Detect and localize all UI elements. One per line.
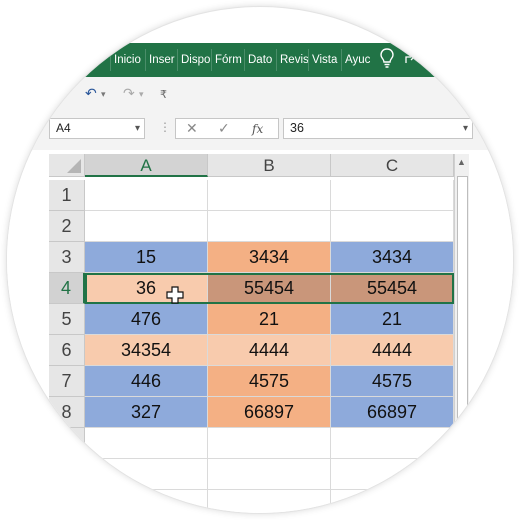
cell-select-cursor-icon [166, 286, 184, 304]
scrollbar-thumb[interactable] [457, 176, 468, 436]
enter-icon[interactable]: ✓ [218, 120, 230, 137]
column-header-b[interactable]: B [208, 154, 331, 177]
formula-buttons: ✕ ✓ fx [175, 118, 279, 139]
tab-insertar[interactable]: Inser [145, 49, 177, 71]
vertical-scrollbar[interactable]: ▲ [454, 154, 469, 513]
tab-vista[interactable]: Vista [308, 49, 341, 71]
formula-bar-row: A4 ▾ ⋮ ✕ ✓ fx 36 ▾ [7, 110, 513, 151]
redo-icon[interactable]: ↷ [123, 85, 135, 102]
row-header[interactable]: 6 [49, 335, 85, 366]
cell[interactable]: 66897 [331, 397, 454, 428]
cell[interactable]: 4444 [331, 335, 454, 366]
cell[interactable]: 4575 [331, 366, 454, 397]
cell[interactable] [85, 180, 208, 211]
selection-outline [85, 273, 454, 304]
cell[interactable]: 21 [331, 304, 454, 335]
row-header[interactable] [49, 459, 85, 490]
cell[interactable]: 476 [85, 304, 208, 335]
cell[interactable]: 4575 [208, 366, 331, 397]
cell[interactable] [85, 428, 208, 459]
splitter-dots-icon[interactable]: ⋮ [159, 120, 171, 134]
tab-ayuda[interactable]: Ayuc [341, 49, 375, 71]
row-header[interactable]: 7 [49, 366, 85, 397]
customize-toolbar-icon[interactable]: ₹ [160, 88, 167, 101]
undo-dropdown-icon[interactable]: ▾ [101, 89, 106, 100]
cell[interactable]: 21 [208, 304, 331, 335]
tab-datos[interactable]: Dato [244, 49, 276, 71]
cell[interactable]: 34354 [85, 335, 208, 366]
cell[interactable] [331, 490, 454, 513]
cell[interactable] [331, 459, 454, 490]
row-header[interactable]: 5 [49, 304, 85, 335]
cell[interactable] [331, 180, 454, 211]
cell[interactable]: 3434 [331, 242, 454, 273]
cell[interactable] [85, 490, 208, 513]
quick-access-toolbar: ↶ ▾ ↷ ▾ ₹ [7, 77, 513, 110]
scroll-up-icon[interactable]: ▲ [457, 157, 466, 167]
select-all-button[interactable] [49, 154, 85, 177]
row-header[interactable] [49, 428, 85, 459]
column-header-c[interactable]: C [331, 154, 454, 177]
column-header-a[interactable]: A [85, 154, 208, 177]
cell[interactable] [208, 428, 331, 459]
cell[interactable] [208, 211, 331, 242]
chevron-down-icon[interactable]: ▾ [135, 119, 140, 138]
lightbulb-icon[interactable] [378, 47, 396, 69]
cell[interactable] [208, 490, 331, 513]
cell[interactable] [208, 459, 331, 490]
cell[interactable] [331, 211, 454, 242]
tab-inicio[interactable]: Inicio [110, 49, 145, 71]
name-box-value: A4 [56, 121, 71, 135]
redo-dropdown-icon[interactable]: ▾ [139, 89, 144, 100]
row-header[interactable]: 3 [49, 242, 85, 273]
cell[interactable]: 66897 [208, 397, 331, 428]
cell[interactable] [85, 459, 208, 490]
insert-function-icon[interactable]: fx [252, 122, 263, 136]
cell[interactable]: 446 [85, 366, 208, 397]
cell[interactable]: 3434 [208, 242, 331, 273]
formula-input-value: 36 [290, 121, 304, 135]
cancel-icon[interactable]: ✕ [186, 120, 198, 137]
cell[interactable] [85, 211, 208, 242]
row-header[interactable]: 2 [49, 211, 85, 242]
tab-disposicion[interactable]: Dispo [177, 49, 211, 71]
tab-revisar[interactable]: Revis [276, 49, 308, 71]
cell[interactable]: 4444 [208, 335, 331, 366]
excel-window: Inicio Inser Dispo Fórm Dato Revis Vista… [7, 7, 513, 513]
worksheet-grid: A B C 1 2 3 15 3434 3434 4 36 55454 5545… [7, 150, 513, 513]
formula-input[interactable]: 36 ▾ [283, 118, 473, 139]
chevron-down-icon[interactable]: ▾ [463, 119, 468, 138]
row-header[interactable]: 8 [49, 397, 85, 428]
cell[interactable]: 327 [85, 397, 208, 428]
cell[interactable]: 15 [85, 242, 208, 273]
cell[interactable] [208, 180, 331, 211]
share-icon[interactable] [403, 51, 417, 68]
name-box[interactable]: A4 ▾ [49, 118, 145, 139]
row-header[interactable] [49, 490, 85, 513]
row-header[interactable]: 1 [49, 180, 85, 211]
cell[interactable] [331, 428, 454, 459]
row-header-selected[interactable]: 4 [49, 273, 85, 304]
undo-icon[interactable]: ↶ [85, 85, 97, 102]
tab-formulas[interactable]: Fórm [211, 49, 244, 71]
